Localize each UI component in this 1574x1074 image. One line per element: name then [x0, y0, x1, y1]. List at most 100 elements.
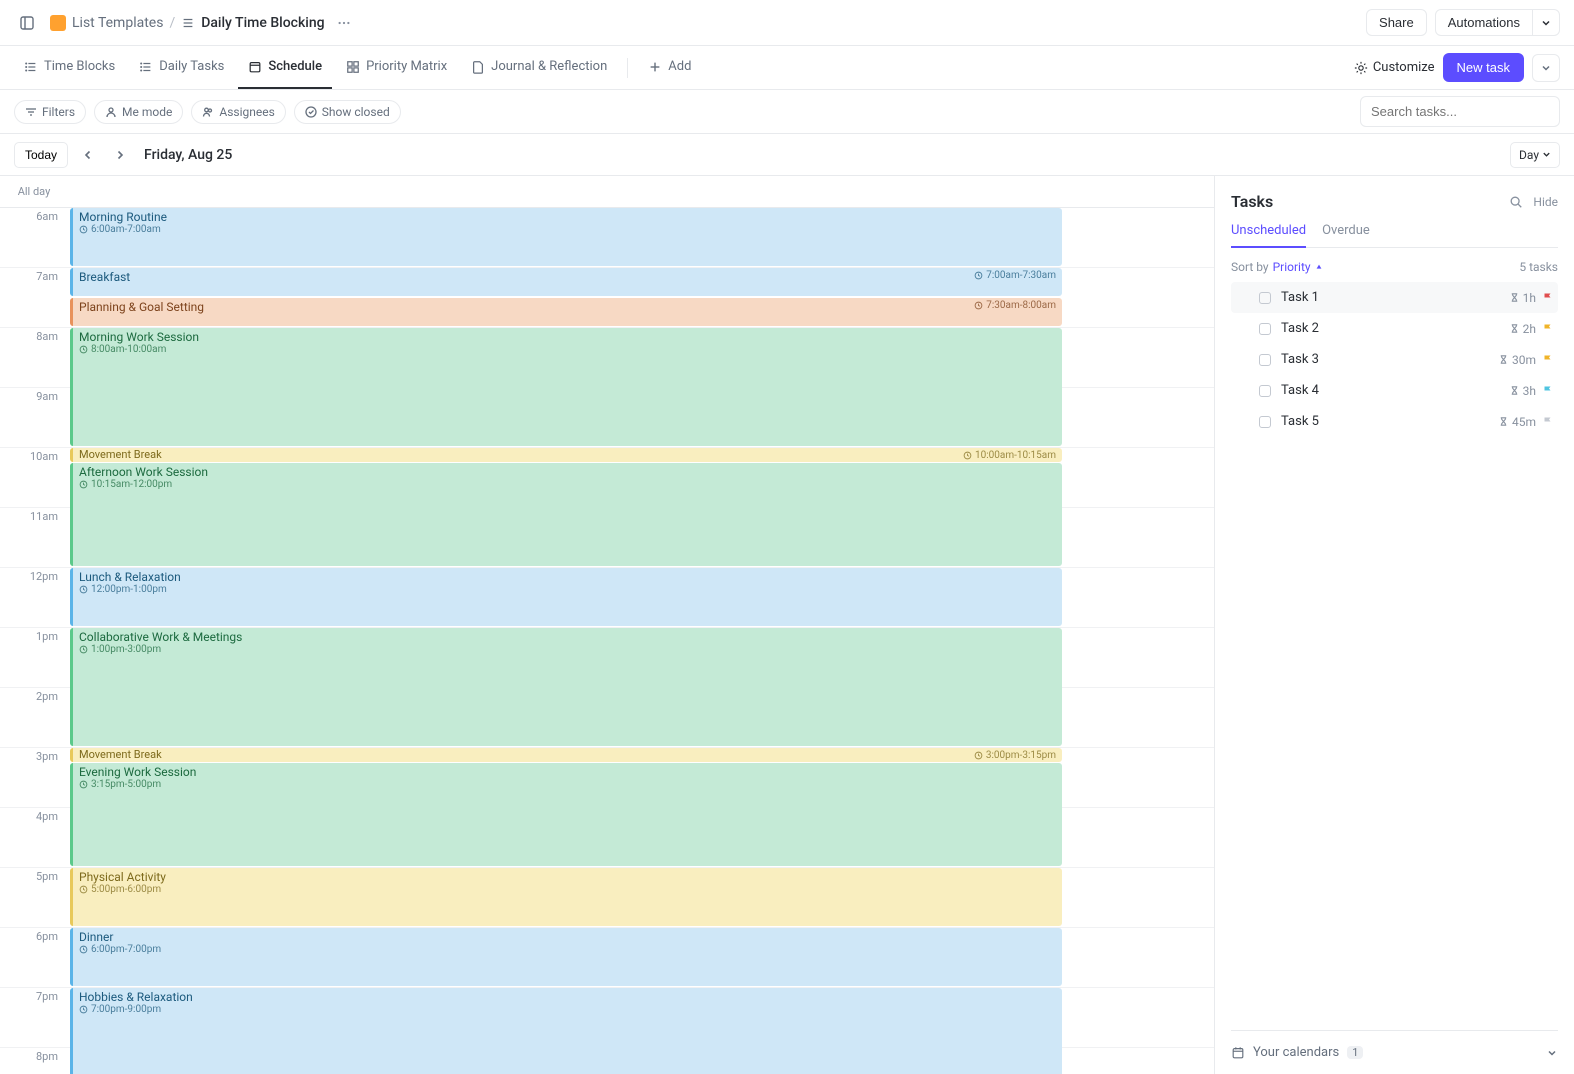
more-icon[interactable]: [331, 10, 357, 36]
top-header: List Templates / Daily Time Blocking Sha…: [0, 0, 1574, 46]
search-icon[interactable]: [1509, 195, 1523, 209]
task-count: 5 tasks: [1519, 260, 1558, 274]
calendars-section[interactable]: Your calendars 1: [1231, 1030, 1558, 1074]
view-tab-daily-tasks[interactable]: Daily Tasks: [129, 46, 234, 89]
sort-arrow-up-icon: [1315, 263, 1323, 271]
me-mode-button[interactable]: Me mode: [94, 100, 183, 124]
automations-button[interactable]: Automations: [1435, 9, 1533, 36]
new-task-dropdown[interactable]: [1532, 54, 1560, 82]
calendar-event[interactable]: Collaborative Work & Meetings1:00pm-3:00…: [70, 628, 1062, 746]
view-tab-journal-reflection[interactable]: Journal & Reflection: [461, 46, 617, 89]
task-name: Task 3: [1281, 352, 1498, 367]
customize-label: Customize: [1373, 60, 1435, 75]
me-mode-label: Me mode: [122, 105, 172, 119]
calendar-event[interactable]: Morning Work Session8:00am-10:00am: [70, 328, 1062, 446]
calendar-event[interactable]: Planning & Goal Setting7:30am-8:00am: [70, 298, 1062, 326]
calendar-event[interactable]: Hobbies & Relaxation7:00pm-9:00pm: [70, 988, 1062, 1074]
calendar-event[interactable]: Movement Break3:00pm-3:15pm: [70, 748, 1062, 762]
sort-control[interactable]: Sort by Priority: [1231, 260, 1323, 274]
priority-flag-icon[interactable]: [1542, 323, 1554, 335]
calendar-column: All day Morning Routine6:00am-7:00amBrea…: [0, 176, 1214, 1074]
time-grid-scroll[interactable]: Morning Routine6:00am-7:00amBreakfast7:0…: [0, 208, 1214, 1074]
prev-day-button[interactable]: [76, 143, 100, 167]
hide-panel-button[interactable]: Hide: [1533, 195, 1558, 209]
calendar-event[interactable]: Movement Break10:00am-10:15am: [70, 448, 1062, 462]
hour-label: 4pm: [0, 808, 68, 867]
sort-label: Sort by: [1231, 260, 1269, 274]
view-tab-schedule[interactable]: Schedule: [238, 46, 332, 89]
hour-label: 6am: [0, 208, 68, 267]
task-checkbox[interactable]: [1259, 416, 1271, 428]
assignees-label: Assignees: [219, 105, 274, 119]
priority-flag-icon[interactable]: [1542, 416, 1554, 428]
filters-label: Filters: [42, 105, 75, 119]
priority-flag-icon[interactable]: [1542, 385, 1554, 397]
filter-bar: Filters Me mode Assignees Show closed: [0, 90, 1574, 134]
task-checkbox[interactable]: [1259, 385, 1271, 397]
task-row[interactable]: ⋮⋮Task 22h: [1231, 313, 1558, 344]
breadcrumb-current[interactable]: Daily Time Blocking: [181, 15, 324, 31]
hour-label: 6pm: [0, 928, 68, 987]
header-left: List Templates / Daily Time Blocking: [14, 10, 357, 36]
calendar-event[interactable]: Breakfast7:00am-7:30am: [70, 268, 1062, 296]
folder-icon: [50, 15, 66, 31]
task-row[interactable]: ⋮⋮Task 545m: [1231, 406, 1558, 437]
date-nav-bar: Today Friday, Aug 25 Day: [0, 134, 1574, 176]
tab-unscheduled[interactable]: Unscheduled: [1231, 223, 1306, 248]
calendars-count-badge: 1: [1347, 1046, 1363, 1059]
hour-label: 5pm: [0, 868, 68, 927]
hour-label: 8am: [0, 328, 68, 387]
task-name: Task 1: [1281, 290, 1509, 305]
show-closed-button[interactable]: Show closed: [294, 100, 401, 124]
task-row[interactable]: ⋮⋮Task 43h: [1231, 375, 1558, 406]
allday-row: All day: [0, 176, 1214, 208]
assignees-button[interactable]: Assignees: [191, 100, 285, 124]
sidebar-toggle-icon[interactable]: [14, 10, 40, 36]
automations-dropdown[interactable]: [1533, 9, 1560, 36]
breadcrumb-separator: /: [169, 15, 175, 31]
tab-overdue[interactable]: Overdue: [1322, 223, 1370, 247]
time-grid: Morning Routine6:00am-7:00amBreakfast7:0…: [0, 208, 1214, 1074]
allday-label: All day: [0, 185, 68, 198]
priority-flag-icon[interactable]: [1542, 354, 1554, 366]
calendar-event[interactable]: Physical Activity5:00pm-6:00pm: [70, 868, 1062, 926]
task-checkbox[interactable]: [1259, 323, 1271, 335]
today-button[interactable]: Today: [14, 142, 68, 168]
task-duration: 3h: [1509, 384, 1536, 398]
task-row[interactable]: ⋮⋮Task 11h: [1231, 282, 1558, 313]
calendar-event[interactable]: Dinner6:00pm-7:00pm: [70, 928, 1062, 986]
hour-label: 11am: [0, 508, 68, 567]
add-view-button[interactable]: Add: [638, 46, 701, 89]
priority-flag-icon[interactable]: [1542, 292, 1554, 304]
calendars-label: Your calendars: [1253, 1045, 1339, 1060]
calendar-event[interactable]: Lunch & Relaxation12:00pm-1:00pm: [70, 568, 1062, 626]
new-task-button[interactable]: New task: [1443, 53, 1524, 82]
share-button[interactable]: Share: [1366, 9, 1427, 36]
task-panel-actions: Hide: [1509, 195, 1558, 209]
hour-label: 7am: [0, 268, 68, 327]
task-name: Task 5: [1281, 414, 1498, 429]
sort-row: Sort by Priority 5 tasks: [1231, 260, 1558, 274]
hour-label: 10am: [0, 448, 68, 507]
calendar-event[interactable]: Afternoon Work Session10:15am-12:00pm: [70, 463, 1062, 566]
task-duration: 2h: [1509, 322, 1536, 336]
calendar-event[interactable]: Evening Work Session3:15pm-5:00pm: [70, 763, 1062, 866]
breadcrumb-parent[interactable]: List Templates: [50, 15, 163, 31]
calendar-event[interactable]: Morning Routine6:00am-7:00am: [70, 208, 1062, 266]
customize-button[interactable]: Customize: [1354, 60, 1435, 75]
filters-button[interactable]: Filters: [14, 100, 86, 124]
next-day-button[interactable]: [108, 143, 132, 167]
view-tabs-bar: Time BlocksDaily TasksSchedulePriority M…: [0, 46, 1574, 90]
view-tab-priority-matrix[interactable]: Priority Matrix: [336, 46, 457, 89]
task-checkbox[interactable]: [1259, 354, 1271, 366]
task-row[interactable]: ⋮⋮Task 330m: [1231, 344, 1558, 375]
task-panel-header: Tasks Hide: [1231, 192, 1558, 211]
breadcrumb-parent-label: List Templates: [72, 15, 163, 31]
task-checkbox[interactable]: [1259, 292, 1271, 304]
hour-label: 8pm: [0, 1048, 68, 1074]
search-input[interactable]: [1360, 96, 1560, 127]
view-range-select[interactable]: Day: [1510, 142, 1560, 168]
view-actions: Customize New task: [1354, 53, 1560, 82]
view-tab-time-blocks[interactable]: Time Blocks: [14, 46, 125, 89]
sort-value: Priority: [1273, 260, 1311, 274]
